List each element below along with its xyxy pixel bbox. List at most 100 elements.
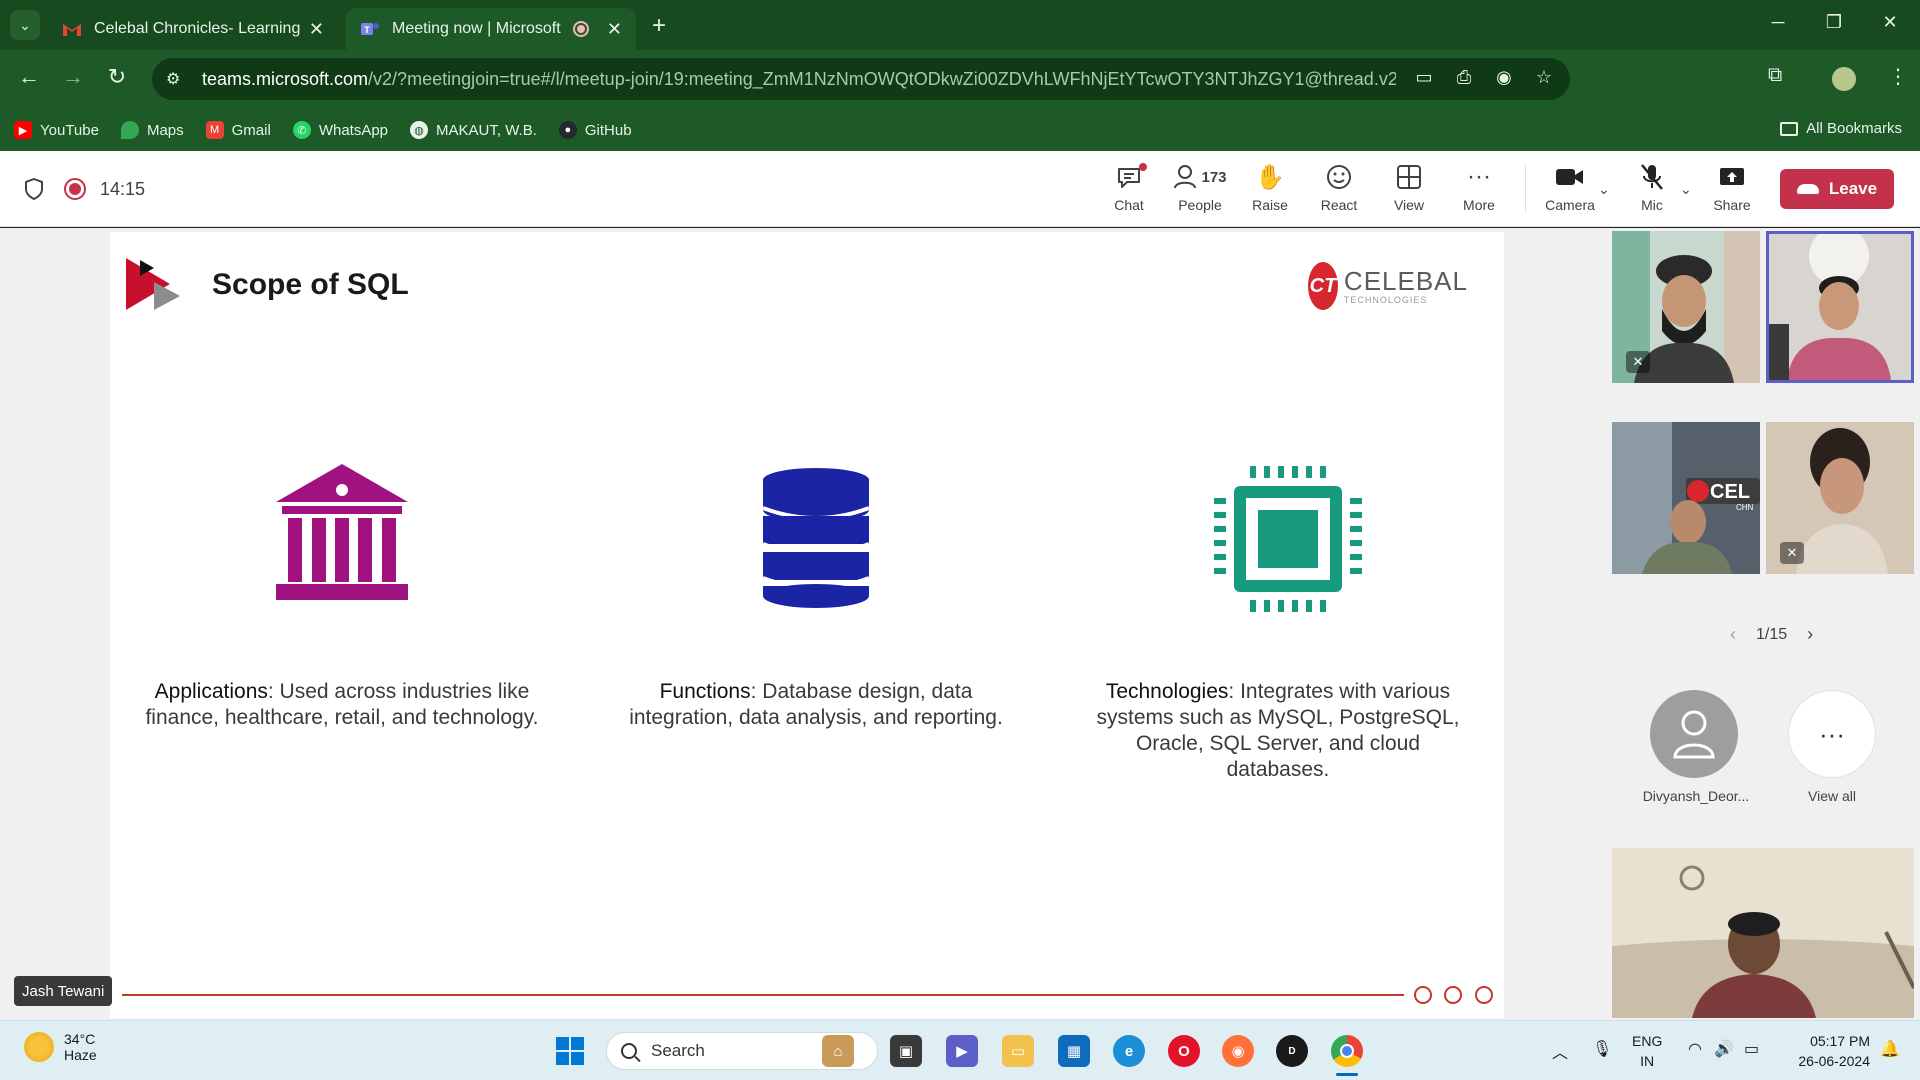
microsoft-store-icon[interactable]: ▦ xyxy=(1058,1035,1090,1067)
whatsapp-icon: ✆ xyxy=(292,121,311,139)
input-language[interactable]: ENG IN xyxy=(1632,1031,1662,1071)
page-indicator: 1/15 xyxy=(1756,625,1788,643)
tab-search-button[interactable]: ⌄ xyxy=(10,10,40,40)
new-tab-button[interactable]: + xyxy=(652,12,666,40)
participant-video-tile-active-speaker[interactable] xyxy=(1766,231,1914,383)
participant-video-tile[interactable]: ✕ xyxy=(1766,422,1914,574)
next-page-icon[interactable]: › xyxy=(1807,624,1813,645)
share-button[interactable]: Share xyxy=(1700,161,1764,219)
smiley-icon xyxy=(1325,161,1353,193)
chat-button[interactable]: Chat xyxy=(1097,161,1161,219)
bookmark-makaut[interactable]: ◍ MAKAUT, W.B. xyxy=(410,121,537,139)
self-view-video[interactable] xyxy=(1612,848,1914,1018)
unread-dot xyxy=(1139,163,1147,171)
shared-slide: Scope of SQL CT CELEBAL TECHNOLOGIES App… xyxy=(110,232,1504,1018)
cpu-chip-icon xyxy=(1214,466,1362,612)
extensions-icon[interactable]: ⧉ xyxy=(1768,64,1782,87)
chat-label: Chat xyxy=(1114,197,1144,213)
site-info-icon[interactable]: ⚙ xyxy=(166,69,188,89)
task-view-icon[interactable]: ▣ xyxy=(890,1035,922,1067)
bookmarks-bar: ▶ YouTube Maps M Gmail ✆ WhatsApp ◍ MAKA… xyxy=(0,110,1920,150)
gmail-icon xyxy=(63,24,81,36)
restore-icon[interactable]: ❐ xyxy=(1814,12,1854,33)
people-button[interactable]: 173 People xyxy=(1168,161,1232,219)
leave-button[interactable]: Leave xyxy=(1780,169,1894,209)
address-bar[interactable]: ⚙ teams.microsoft.com/v2/?meetingjoin=tr… xyxy=(152,58,1570,100)
more-button[interactable]: ··· More xyxy=(1447,161,1511,219)
participant-video-tile[interactable]: CEL CHN xyxy=(1612,422,1760,574)
mic-off-icon: ✕ xyxy=(1626,351,1650,373)
reload-icon[interactable]: ↻ xyxy=(102,64,132,90)
clock-date: 26-06-2024 xyxy=(1798,1053,1870,1069)
previous-page-icon[interactable]: ‹ xyxy=(1730,624,1736,645)
mic-button[interactable]: Mic xyxy=(1620,161,1684,219)
raise-hand-button[interactable]: ✋ Raise xyxy=(1238,161,1302,219)
gmail-icon: M xyxy=(205,121,224,139)
react-button[interactable]: React xyxy=(1307,161,1371,219)
chrome-browser-icon[interactable] xyxy=(1331,1035,1363,1067)
database-icon xyxy=(762,468,870,608)
participant-video-tile[interactable]: ✕ xyxy=(1612,231,1760,383)
bookmark-youtube[interactable]: ▶ YouTube xyxy=(14,121,99,139)
toolbar-divider xyxy=(1525,165,1526,213)
forward-icon[interactable]: → xyxy=(58,64,88,90)
bookmark-whatsapp[interactable]: ✆ WhatsApp xyxy=(292,121,388,139)
windows-taskbar: 34°C Haze Search ⌂ ▣ ▶ ▭ ▦ e O ◉ D ︿ 🎙 E… xyxy=(0,1020,1920,1080)
functions-heading: Functions xyxy=(659,680,751,703)
bookmark-maps[interactable]: Maps xyxy=(120,121,184,139)
recording-icon xyxy=(572,21,589,37)
view-button[interactable]: View xyxy=(1377,161,1441,219)
show-hidden-icons-chevron-icon[interactable]: ︿ xyxy=(1552,1039,1568,1063)
profile-avatar[interactable] xyxy=(1832,67,1856,91)
system-clock[interactable]: 05:17 PM 26-06-2024 xyxy=(1770,1031,1870,1071)
back-icon[interactable]: ← xyxy=(14,64,44,90)
participant-avatar[interactable] xyxy=(1650,690,1738,778)
brand-subtitle: TECHNOLOGIES xyxy=(1343,294,1428,305)
close-window-icon[interactable]: ✕ xyxy=(1870,12,1910,33)
tab-celebal-chronicles[interactable]: Celebal Chronicles- Learning & ✕ xyxy=(48,8,338,50)
bookmark-github[interactable]: ● GitHub xyxy=(558,121,632,139)
tab-teams-meeting[interactable]: T Meeting now | Microsoft Te ✕ xyxy=(346,8,636,50)
self-video xyxy=(1612,848,1914,1018)
minimize-icon[interactable]: ─ xyxy=(1758,12,1798,33)
region-code: IN xyxy=(1640,1053,1655,1069)
all-bookmarks-button[interactable]: All Bookmarks xyxy=(1780,120,1902,137)
browser-menu-icon[interactable]: ⋮ xyxy=(1888,64,1908,89)
camera-options-chevron-icon[interactable]: ⌄ xyxy=(1598,181,1610,198)
meeting-timer: 14:15 xyxy=(100,179,146,199)
search-icon xyxy=(621,1043,637,1059)
share-label: Share xyxy=(1713,197,1751,213)
edge-browser-icon[interactable]: e xyxy=(1113,1035,1145,1067)
logo-text: CEL xyxy=(1710,481,1750,503)
close-tab-icon[interactable]: ✕ xyxy=(607,19,622,40)
battery-icon[interactable]: ▭ xyxy=(1744,1039,1759,1059)
slide-footer-line xyxy=(122,994,1404,996)
install-app-icon[interactable]: ⎙ xyxy=(1452,67,1476,91)
temperature: 34°C xyxy=(64,1031,96,1047)
eye-off-icon[interactable]: ◉ xyxy=(1492,67,1516,91)
more-horizontal-icon: ··· xyxy=(1467,163,1491,190)
view-all-button[interactable]: ··· xyxy=(1788,690,1876,778)
browser-chrome: ⌄ Celebal Chronicles- Learning & ✕ T Mee… xyxy=(0,0,1920,151)
close-tab-icon[interactable]: ✕ xyxy=(309,19,324,40)
camera-permission-icon[interactable]: ▭ xyxy=(1412,67,1436,91)
view-label: View xyxy=(1393,197,1425,213)
windows-start-icon[interactable] xyxy=(554,1035,586,1067)
volume-icon[interactable]: 🔊 xyxy=(1714,1039,1734,1059)
wifi-icon[interactable]: ◠ xyxy=(1688,1039,1702,1059)
firefox-browser-icon[interactable]: ◉ xyxy=(1222,1035,1254,1067)
teams-chat-icon[interactable]: ▶ xyxy=(946,1035,978,1067)
bookmark-star-icon[interactable]: ☆ xyxy=(1532,67,1556,91)
url-text[interactable]: teams.microsoft.com/v2/?meetingjoin=true… xyxy=(202,69,1396,90)
camera-button[interactable]: Camera xyxy=(1538,161,1602,219)
opera-browser-icon[interactable]: O xyxy=(1168,1035,1200,1067)
browser-toolbar: ← → ↻ ⚙ teams.microsoft.com/v2/?meetingj… xyxy=(0,50,1920,108)
file-explorer-icon[interactable]: ▭ xyxy=(1002,1035,1034,1067)
notification-bell-icon[interactable]: 🔔 xyxy=(1880,1039,1900,1059)
hand-icon: ✋ xyxy=(1255,163,1285,191)
mic-options-chevron-icon[interactable]: ⌄ xyxy=(1680,181,1692,198)
dell-icon[interactable]: D xyxy=(1276,1035,1308,1067)
bookmark-gmail[interactable]: M Gmail xyxy=(205,121,271,139)
weather-widget[interactable]: 34°C Haze xyxy=(24,1031,97,1063)
microphone-icon[interactable]: 🎙 xyxy=(1592,1039,1612,1059)
